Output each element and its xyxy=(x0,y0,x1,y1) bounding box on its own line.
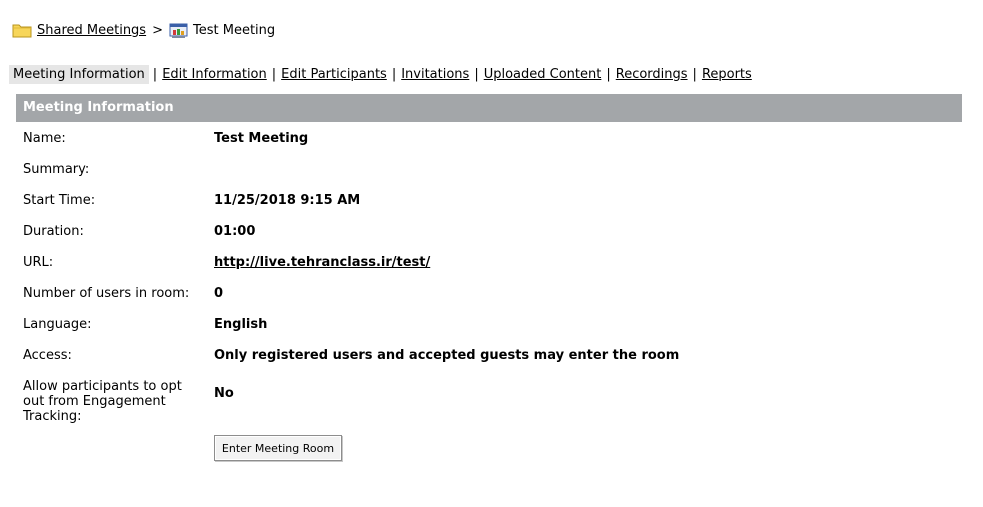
tab-reports[interactable]: Reports xyxy=(701,67,753,82)
field-label-opt-out: Allow participants to opt out from Engag… xyxy=(23,379,182,424)
breadcrumb: Shared Meetings > Test Meeting xyxy=(12,20,275,40)
tab-edit-information[interactable]: Edit Information xyxy=(161,67,268,82)
tab-bar: Meeting Information | Edit Information |… xyxy=(9,64,753,85)
field-value-start-time: 11/25/2018 9:15 AM xyxy=(214,193,361,208)
tab-uploaded-content[interactable]: Uploaded Content xyxy=(483,67,603,82)
breadcrumb-shared-meetings-link[interactable]: Shared Meetings xyxy=(37,23,146,38)
tab-edit-participants[interactable]: Edit Participants xyxy=(280,67,388,82)
tab-separator: | xyxy=(692,67,697,82)
field-value-url: http://live.tehranclass.ir/test/ xyxy=(214,255,430,270)
field-label-access: Access: xyxy=(23,348,72,363)
field-value-opt-out: No xyxy=(214,386,234,401)
breadcrumb-current: Test Meeting xyxy=(193,22,276,38)
field-label-language: Language: xyxy=(23,317,92,332)
tab-separator: | xyxy=(606,67,611,82)
tab-separator: | xyxy=(152,67,158,82)
folder-icon xyxy=(12,24,32,38)
meeting-icon xyxy=(169,23,188,38)
field-value-duration: 01:00 xyxy=(214,224,256,239)
field-value-name: Test Meeting xyxy=(214,131,309,146)
field-value-language: English xyxy=(214,317,268,332)
field-value-users: 0 xyxy=(214,286,224,301)
tab-recordings[interactable]: Recordings xyxy=(615,67,689,82)
tab-separator: | xyxy=(271,67,277,82)
tab-invitations[interactable]: Invitations xyxy=(400,67,470,82)
field-label-summary: Summary: xyxy=(23,162,90,177)
tab-meeting-information[interactable]: Meeting Information xyxy=(9,65,149,84)
field-label-url: URL: xyxy=(23,255,54,270)
field-label-users: Number of users in room: xyxy=(23,286,190,301)
meeting-url-link[interactable]: http://live.tehranclass.ir/test/ xyxy=(214,255,430,270)
field-label-duration: Duration: xyxy=(23,224,84,239)
breadcrumb-separator: > xyxy=(152,22,163,38)
field-value-access: Only registered users and accepted guest… xyxy=(214,348,680,363)
field-label-name: Name: xyxy=(23,131,66,146)
panel-header: Meeting Information xyxy=(16,94,962,122)
enter-meeting-room-button[interactable]: Enter Meeting Room xyxy=(214,435,342,461)
tab-separator: | xyxy=(474,67,479,82)
field-label-start-time: Start Time: xyxy=(23,193,96,208)
tab-separator: | xyxy=(391,67,397,82)
